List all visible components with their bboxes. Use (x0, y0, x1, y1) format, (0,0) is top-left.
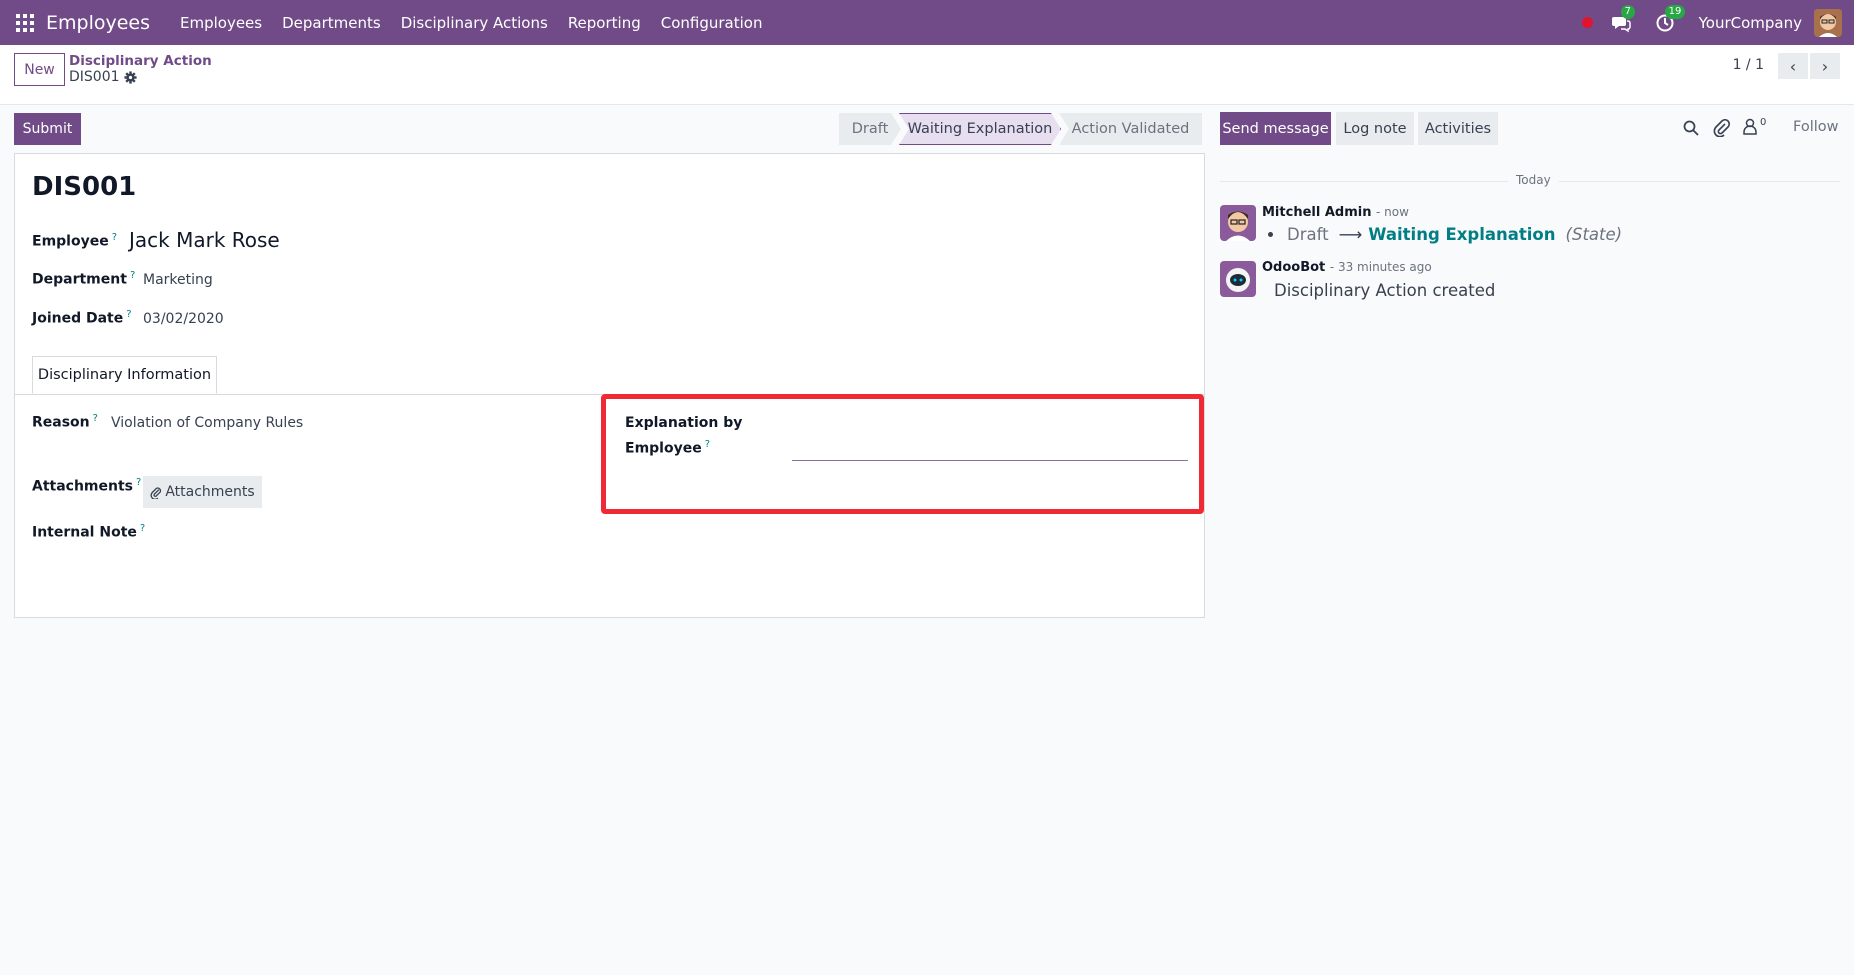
menu-employees[interactable]: Employees (180, 14, 262, 32)
menu-reporting[interactable]: Reporting (568, 14, 641, 32)
form-sheet: DIS001 Employee? Jack Mark Rose Departme… (14, 153, 1205, 618)
record-title: DIS001 (32, 172, 137, 202)
help-tooltip-icon[interactable]: ? (136, 477, 141, 488)
breadcrumb-current: DIS001 (69, 69, 137, 85)
message-timestamp: - now (1375, 205, 1409, 219)
stage-action-validated[interactable]: Action Validated (1059, 113, 1202, 145)
user-avatar[interactable] (1814, 8, 1842, 37)
paperclip-icon[interactable] (1713, 119, 1731, 137)
chevron-right-icon: › (1821, 56, 1829, 76)
tab-disciplinary-information[interactable]: Disciplinary Information (32, 356, 217, 394)
followers-count: 0 (1760, 117, 1767, 128)
attachments-button[interactable]: Attachments (143, 476, 262, 508)
arrow-right-icon: ⟶ (1338, 225, 1363, 244)
messaging-menu[interactable]: 7 (1611, 4, 1635, 33)
pager-next-button[interactable]: › (1810, 53, 1840, 79)
internal-note-label: Internal Note? (32, 523, 145, 541)
stage-waiting-explanation[interactable]: Waiting Explanation (899, 113, 1061, 145)
submit-button[interactable]: Submit (14, 113, 81, 145)
activities-count-badge: 19 (1664, 4, 1686, 19)
followers-button[interactable]: 0 (1742, 117, 1766, 135)
navbar-systray: 7 19 YourCompany (1581, 0, 1842, 45)
attachments-label-text: Attachments (32, 478, 134, 495)
internal-note-label-text: Internal Note (32, 524, 137, 541)
chevron-left-icon: ‹ (1789, 56, 1797, 76)
reason-field[interactable]: Violation of Company Rules (111, 415, 303, 431)
message-author: Mitchell Admin - now (1262, 205, 1409, 220)
avatar-odoobot-image (1220, 261, 1256, 297)
highlight-annotation (601, 394, 1204, 514)
gear-icon[interactable] (123, 70, 137, 84)
search-icon[interactable] (1682, 119, 1700, 137)
company-switcher[interactable]: YourCompany (1699, 14, 1802, 32)
tracking-new-value: Waiting Explanation (1368, 225, 1556, 244)
help-tooltip-icon[interactable]: ? (126, 309, 131, 320)
joined-date-label-text: Joined Date (32, 310, 124, 327)
joined-date-label: Joined Date? (32, 309, 132, 327)
bullet-icon (1268, 232, 1273, 237)
attachments-label: Attachments? (32, 477, 141, 495)
follow-button[interactable]: Follow (1793, 119, 1838, 135)
message-author-avatar[interactable] (1220, 261, 1256, 297)
breadcrumb-parent-link[interactable]: Disciplinary Action (69, 53, 212, 69)
message-author-name[interactable]: Mitchell Admin (1262, 205, 1371, 220)
help-tooltip-icon[interactable]: ? (93, 413, 98, 424)
app-brand[interactable]: Employees (46, 12, 150, 34)
reason-label-text: Reason (32, 414, 90, 431)
employee-label-text: Employee (32, 233, 109, 250)
control-panel: New Disciplinary Action DIS001 1 / 1 ‹ › (0, 45, 1854, 105)
new-button[interactable]: New (14, 53, 65, 86)
attachments-button-label: Attachments (165, 484, 255, 500)
department-label: Department? (32, 270, 135, 288)
paperclip-icon (150, 486, 162, 499)
stage-draft[interactable]: Draft (839, 113, 901, 145)
log-note-button[interactable]: Log note (1336, 112, 1414, 145)
top-navbar: Employees Employees Departments Discipli… (0, 0, 1854, 45)
messages-count-badge: 7 (1620, 4, 1635, 19)
send-message-button[interactable]: Send message (1220, 112, 1331, 145)
recording-indicator-icon[interactable] (1581, 17, 1593, 28)
tracking-field-name: (State) (1565, 225, 1623, 244)
message-author-avatar[interactable] (1220, 205, 1256, 241)
status-bar: Draft Waiting Explanation Action Validat… (839, 113, 1202, 145)
activity-menu[interactable]: 19 (1655, 4, 1686, 33)
tracking-value-change: Draft ⟶ Waiting Explanation (State) (1268, 225, 1622, 244)
message-body: Disciplinary Action created (1274, 281, 1496, 300)
breadcrumb-current-label: DIS001 (69, 69, 120, 85)
department-label-text: Department (32, 271, 127, 288)
menu-configuration[interactable]: Configuration (661, 14, 763, 32)
menu-departments[interactable]: Departments (282, 14, 381, 32)
help-tooltip-icon[interactable]: ? (130, 270, 135, 281)
employee-field[interactable]: Jack Mark Rose (129, 228, 280, 252)
user-avatar-image (1814, 8, 1842, 37)
employee-label: Employee? (32, 232, 117, 250)
department-field[interactable]: Marketing (143, 272, 213, 288)
joined-date-field[interactable]: 03/02/2020 (143, 311, 224, 327)
reason-label: Reason? (32, 413, 98, 431)
activities-button[interactable]: Activities (1418, 112, 1498, 145)
user-icon (1743, 118, 1757, 135)
message-author: OdooBot - 33 minutes ago (1262, 260, 1432, 275)
avatar-mitchell-image (1220, 205, 1256, 241)
message-author-name[interactable]: OdooBot (1262, 260, 1325, 275)
tracking-old-value: Draft (1287, 225, 1329, 244)
message-timestamp: - 33 minutes ago (1329, 260, 1432, 274)
help-tooltip-icon[interactable]: ? (112, 232, 117, 243)
pager-previous-button[interactable]: ‹ (1778, 53, 1808, 79)
date-separator: Today (1508, 173, 1559, 187)
pager-value[interactable]: 1 / 1 (1733, 57, 1764, 73)
apps-menu-icon[interactable] (16, 13, 34, 32)
help-tooltip-icon[interactable]: ? (140, 523, 145, 534)
menu-disciplinary-actions[interactable]: Disciplinary Actions (401, 14, 548, 32)
